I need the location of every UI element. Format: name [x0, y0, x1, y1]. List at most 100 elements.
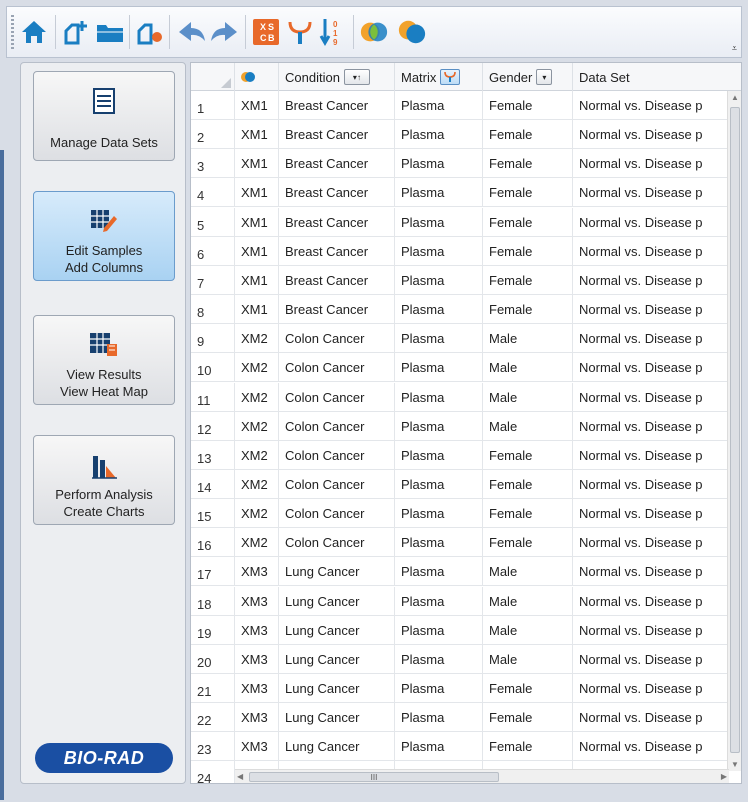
row-number[interactable]: 20 — [191, 644, 235, 674]
row-number[interactable]: 16 — [191, 528, 235, 558]
group-cell[interactable]: XM1 — [235, 236, 279, 266]
group-cell[interactable]: XM2 — [235, 499, 279, 529]
group-cell[interactable]: XM2 — [235, 411, 279, 441]
matrix-cell[interactable]: Plasma — [395, 120, 483, 150]
data-set-cell[interactable]: Normal vs. Disease p — [573, 236, 729, 266]
sort-icon[interactable]: 019 — [317, 17, 347, 47]
group-cell[interactable]: XM1 — [235, 91, 279, 120]
condition-cell[interactable]: Lung Cancer — [279, 586, 395, 616]
new-data-set-icon[interactable] — [61, 17, 91, 47]
select-all-corner[interactable] — [191, 63, 235, 91]
matrix-cell[interactable]: Plasma — [395, 149, 483, 179]
row-number[interactable]: 10 — [191, 353, 235, 383]
horizontal-scroll-thumb[interactable]: III — [249, 772, 499, 782]
matrix-cell[interactable]: Plasma — [395, 674, 483, 703]
row-number[interactable]: 15 — [191, 499, 235, 529]
gender-cell[interactable]: Female — [483, 149, 573, 179]
condition-cell[interactable]: Breast Cancer — [279, 265, 395, 295]
data-set-cell[interactable]: Normal vs. Disease p — [573, 382, 729, 412]
matrix-cell[interactable]: Plasma — [395, 91, 483, 120]
matrix-cell[interactable]: Plasma — [395, 528, 483, 558]
matrix-cell[interactable]: Plasma — [395, 265, 483, 295]
home-icon[interactable] — [19, 17, 49, 47]
filter-icon[interactable] — [285, 17, 315, 47]
table-row[interactable]: 18 XM3 Lung Cancer Plasma Male Normal vs. Dis… — [191, 586, 729, 616]
gender-cell[interactable]: Female — [483, 732, 573, 762]
toolbar-overflow-button[interactable]: ⩡ — [732, 43, 737, 54]
condition-cell[interactable]: Breast Cancer — [279, 207, 395, 237]
table-row[interactable]: 15 XM2 Colon Cancer Plasma Female Normal vs. … — [191, 499, 729, 529]
group-cell[interactable]: XM2 — [235, 353, 279, 383]
condition-cell[interactable]: Colon Cancer — [279, 528, 395, 558]
open-folder-icon[interactable] — [95, 17, 125, 47]
gender-cell[interactable]: Male — [483, 557, 573, 587]
table-row[interactable]: 2 XM1 Breast Cancer Plasma Female Normal vs. … — [191, 120, 729, 150]
row-number[interactable]: 12 — [191, 411, 235, 441]
group-cell[interactable]: XM2 — [235, 528, 279, 558]
data-set-cell[interactable]: Normal vs. Disease p — [573, 732, 729, 762]
matrix-cell[interactable]: Plasma — [395, 295, 483, 325]
group-cell[interactable]: XM2 — [235, 324, 279, 354]
table-row[interactable]: 4 XM1 Breast Cancer Plasma Female Normal vs. … — [191, 178, 729, 208]
gender-cell[interactable]: Female — [483, 178, 573, 208]
row-number[interactable]: 4 — [191, 178, 235, 208]
venn-icon[interactable] — [359, 17, 389, 47]
matrix-cell[interactable]: Plasma — [395, 324, 483, 354]
scroll-left-icon[interactable]: ◀ — [237, 772, 243, 781]
table-row[interactable]: 10 XM2 Colon Cancer Plasma Male Normal vs. Di… — [191, 353, 729, 383]
gender-cell[interactable]: Male — [483, 411, 573, 441]
matrix-cell[interactable]: Plasma — [395, 615, 483, 645]
vertical-scroll-thumb[interactable] — [730, 107, 740, 753]
table-row[interactable]: 14 XM2 Colon Cancer Plasma Female Normal vs. … — [191, 469, 729, 499]
data-set-cell[interactable]: Normal vs. Disease p — [573, 528, 729, 558]
data-set-cell[interactable]: Normal vs. Disease p — [573, 499, 729, 529]
table-row[interactable]: 7 XM1 Breast Cancer Plasma Female Normal vs. … — [191, 265, 729, 295]
gender-cell[interactable]: Male — [483, 353, 573, 383]
data-set-cell[interactable]: Normal vs. Disease p — [573, 324, 729, 354]
matrix-cell[interactable]: Plasma — [395, 644, 483, 674]
table-row[interactable]: 1 XM1 Breast Cancer Plasma Female Normal vs. … — [191, 91, 729, 120]
matrix-cell[interactable]: Plasma — [395, 703, 483, 733]
table-row[interactable]: 23 XM3 Lung Cancer Plasma Female Normal vs. D… — [191, 732, 729, 762]
vertical-scrollbar[interactable]: ▲ ▼ — [727, 91, 741, 771]
group-column-header[interactable] — [235, 63, 279, 91]
group-cell[interactable]: XM3 — [235, 615, 279, 645]
edit-samples-button[interactable]: Edit Samples Add Columns — [33, 191, 175, 281]
condition-cell[interactable]: Breast Cancer — [279, 295, 395, 325]
gender-cell[interactable]: Female — [483, 91, 573, 120]
group-cell[interactable]: XM2 — [235, 440, 279, 470]
gender-cell[interactable]: Male — [483, 615, 573, 645]
table-row[interactable]: 16 XM2 Colon Cancer Plasma Female Normal vs. … — [191, 528, 729, 558]
manage-data-sets-button[interactable]: Manage Data Sets — [33, 71, 175, 161]
condition-cell[interactable]: Lung Cancer — [279, 557, 395, 587]
group-cell[interactable]: XM3 — [235, 732, 279, 762]
condition-cell[interactable]: Colon Cancer — [279, 382, 395, 412]
condition-sort-filter-button[interactable]: ▾↑ — [343, 69, 370, 85]
matrix-cell[interactable]: Plasma — [395, 382, 483, 412]
overlap-icon[interactable] — [397, 17, 427, 47]
condition-cell[interactable]: Lung Cancer — [279, 615, 395, 645]
gender-cell[interactable]: Male — [483, 586, 573, 616]
data-set-cell[interactable]: Normal vs. Disease p — [573, 557, 729, 587]
horizontal-scrollbar[interactable]: ◀ III ▶ — [235, 769, 729, 783]
group-cell[interactable]: XM2 — [235, 469, 279, 499]
group-cell[interactable]: XM3 — [235, 644, 279, 674]
gender-cell[interactable]: Female — [483, 703, 573, 733]
row-number[interactable]: 17 — [191, 557, 235, 587]
data-set-cell[interactable]: Normal vs. Disease p — [573, 207, 729, 237]
row-number[interactable]: 9 — [191, 324, 235, 354]
table-row[interactable]: 9 XM2 Colon Cancer Plasma Male Normal vs. Dis… — [191, 324, 729, 354]
group-cell[interactable]: XM1 — [235, 149, 279, 179]
row-number[interactable]: 11 — [191, 382, 235, 412]
row-number[interactable]: 21 — [191, 674, 235, 703]
gender-cell[interactable]: Female — [483, 236, 573, 266]
scroll-down-icon[interactable]: ▼ — [731, 760, 739, 769]
gender-cell[interactable]: Female — [483, 469, 573, 499]
gender-cell[interactable]: Female — [483, 265, 573, 295]
gender-cell[interactable]: Female — [483, 295, 573, 325]
data-set-cell[interactable]: Normal vs. Disease p — [573, 674, 729, 703]
row-number[interactable]: 7 — [191, 265, 235, 295]
table-row[interactable]: 21 XM3 Lung Cancer Plasma Female Normal vs. D… — [191, 674, 729, 703]
row-number[interactable]: 22 — [191, 703, 235, 733]
condition-cell[interactable]: Lung Cancer — [279, 703, 395, 733]
